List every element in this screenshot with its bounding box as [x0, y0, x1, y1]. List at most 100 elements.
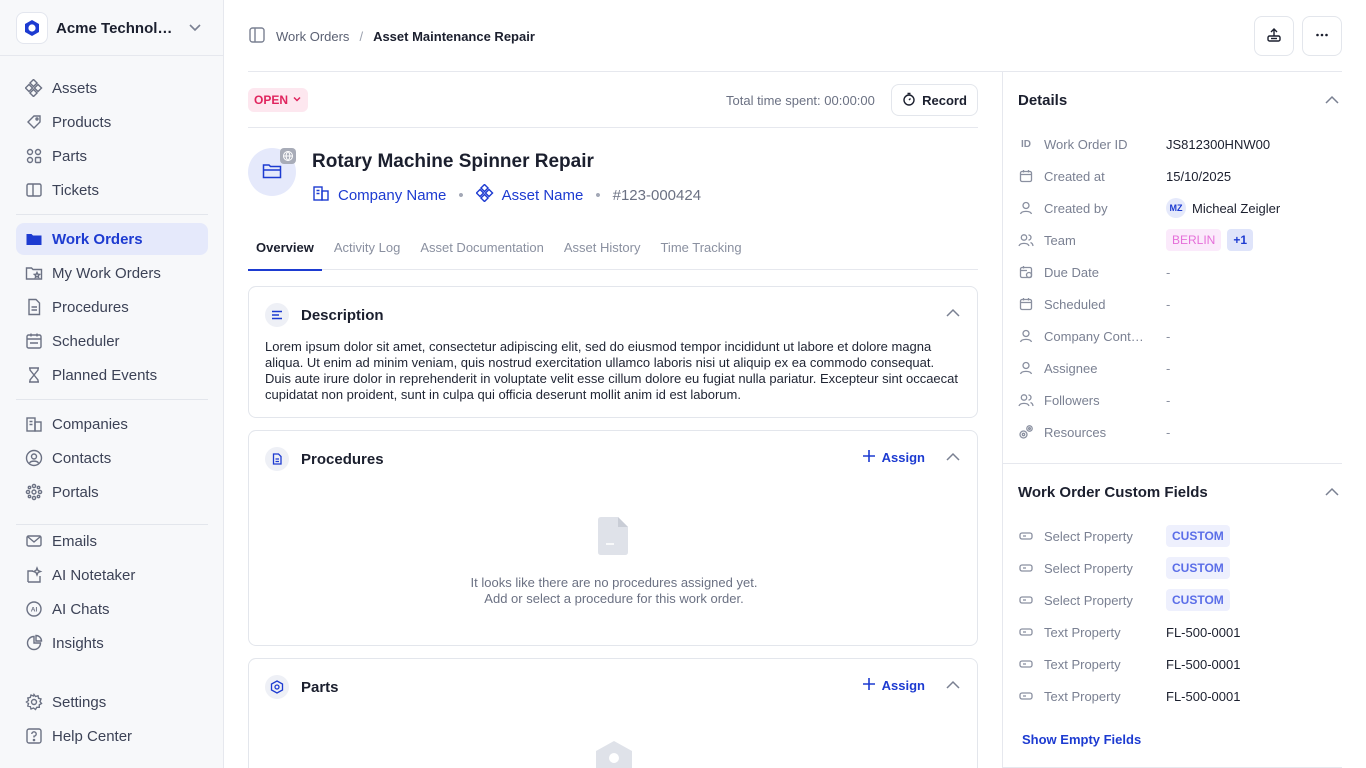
custom-field-value: CUSTOM [1166, 557, 1230, 579]
sidebar-item-parts[interactable]: Parts [16, 140, 208, 172]
more-options-button[interactable] [1302, 16, 1342, 56]
sidebar-divider [0, 55, 224, 56]
sidebar-item-emails[interactable]: Emails [16, 525, 208, 557]
parts-header: Parts [265, 675, 339, 699]
help-center-icon [24, 726, 44, 746]
custom-chip[interactable]: CUSTOM [1166, 557, 1230, 579]
sidebar-item-label: AI Chats [52, 600, 110, 618]
company-link[interactable]: Company Name [312, 184, 446, 206]
sidebar-item-label: Portals [52, 483, 99, 501]
detail-row-created-at: Created at 15/10/2025 [1018, 166, 1338, 186]
tickets-icon [24, 180, 44, 200]
org-logo [16, 12, 48, 44]
tab-asset-documentation[interactable]: Asset Documentation [412, 232, 552, 270]
calendar-icon [1018, 296, 1034, 312]
custom-fields-title: Work Order Custom Fields [1018, 484, 1208, 501]
detail-label: Due Date [1044, 264, 1099, 280]
sidebar-item-scheduler[interactable]: Scheduler [16, 325, 208, 357]
sidebar-item-ai-notetaker[interactable]: AI Notetaker [16, 559, 208, 591]
sidebar-item-help-center[interactable]: Help Center [16, 720, 208, 752]
sidebar-item-label: Companies [52, 415, 128, 433]
chevron-down-icon [292, 93, 302, 107]
sidebar-item-label: Emails [52, 532, 98, 550]
custom-chip[interactable]: CUSTOM [1166, 525, 1230, 547]
sidebar-item-procedures[interactable]: Procedures [16, 291, 208, 323]
tab-asset-history[interactable]: Asset History [556, 232, 649, 270]
sidebar-item-tickets[interactable]: Tickets [16, 174, 208, 206]
chevron-up-icon[interactable] [1324, 92, 1340, 111]
scheduler-icon [24, 331, 44, 351]
custom-chip[interactable]: CUSTOM [1166, 589, 1230, 611]
detail-label: Team [1044, 232, 1076, 248]
detail-value[interactable]: - [1166, 361, 1170, 376]
assets-icon [24, 78, 44, 98]
detail-value[interactable]: - [1166, 265, 1170, 280]
sidebar-item-ai-chats[interactable]: AI AI Chats [16, 593, 208, 625]
sidebar-toggle-icon[interactable] [248, 26, 266, 47]
team-more-chip[interactable]: +1 [1227, 229, 1254, 251]
detail-value[interactable]: - [1166, 425, 1170, 440]
org-switcher[interactable]: Acme Technologies [16, 12, 212, 44]
detail-label: Work Order ID [1044, 136, 1128, 152]
sidebar-item-planned-events[interactable]: Planned Events [16, 359, 208, 391]
team-value: BERLIN +1 [1166, 229, 1254, 251]
assign-part-button[interactable]: Assign [862, 677, 925, 694]
companies-icon [24, 414, 44, 434]
team-chip[interactable]: BERLIN [1166, 229, 1222, 251]
calendar-clock-icon [1018, 264, 1034, 280]
breadcrumb-current: Asset Maintenance Repair [373, 29, 535, 44]
procedures-card: Procedures Assign It looks like there ar… [248, 430, 978, 646]
sidebar-item-label: Work Orders [52, 230, 143, 248]
empty-procedures-line2: Add or select a procedure for this work … [484, 591, 744, 606]
tab-activity-log[interactable]: Activity Log [326, 232, 408, 270]
company-name: Company Name [338, 186, 447, 204]
tab-time-tracking[interactable]: Time Tracking [652, 232, 749, 270]
chevron-up-icon[interactable] [945, 677, 961, 696]
sidebar: Acme Technologies Assets Products Parts … [0, 0, 224, 768]
detail-value[interactable]: - [1166, 393, 1170, 408]
sidebar-item-companies[interactable]: Companies [16, 408, 208, 440]
emails-icon [24, 531, 44, 551]
detail-row-work-order-id: ID Work Order ID JS812300HNW00 [1018, 134, 1338, 154]
detail-label: Company Contact [1044, 328, 1144, 344]
sidebar-item-work-orders[interactable]: Work Orders [16, 223, 208, 255]
nav-group-ai: Emails AI Notetaker AI AI Chats Insights [16, 525, 208, 661]
custom-field-value[interactable]: FL-500-0001 [1166, 625, 1240, 640]
detail-value[interactable]: - [1166, 297, 1170, 312]
asset-link[interactable]: Asset Name [475, 183, 583, 206]
org-name: Acme Technologies [56, 19, 180, 37]
show-empty-fields-link[interactable]: Show Empty Fields [1022, 732, 1141, 747]
tab-overview[interactable]: Overview [248, 232, 322, 271]
sidebar-item-insights[interactable]: Insights [16, 627, 208, 659]
detail-value[interactable]: - [1166, 329, 1170, 344]
breadcrumb-parent[interactable]: Work Orders [276, 29, 349, 44]
export-button[interactable] [1254, 16, 1294, 56]
chevron-up-icon[interactable] [1324, 484, 1340, 503]
sidebar-item-contacts[interactable]: Contacts [16, 442, 208, 474]
custom-field-row: Select Property CUSTOM [1018, 557, 1338, 579]
user-icon [1018, 328, 1034, 344]
detail-label: Scheduled [1044, 296, 1106, 312]
description-card: Description Lorem ipsum dolor sit amet, … [248, 286, 978, 418]
sidebar-item-my-work-orders[interactable]: My Work Orders [16, 257, 208, 289]
created-by-value[interactable]: MZ Micheal Zeigler [1166, 198, 1280, 218]
custom-field-value[interactable]: FL-500-0001 [1166, 689, 1240, 704]
sidebar-item-settings[interactable]: Settings [16, 686, 208, 718]
chevron-up-icon[interactable] [945, 305, 961, 324]
sidebar-item-portals[interactable]: Portals [16, 476, 208, 508]
assign-procedure-button[interactable]: Assign [862, 449, 925, 466]
sidebar-item-products[interactable]: Products [16, 106, 208, 138]
stopwatch-icon [902, 92, 916, 109]
status-dropdown[interactable]: OPEN [248, 88, 309, 112]
svg-text:AI: AI [31, 607, 38, 614]
chevron-up-icon[interactable] [945, 449, 961, 468]
work-orders-icon [24, 229, 44, 249]
panel-divider [1002, 72, 1003, 768]
custom-field-value[interactable]: FL-500-0001 [1166, 657, 1240, 672]
sidebar-item-label: Contacts [52, 449, 112, 467]
work-order-meta: Company Name • Asset Name • #123-000424 [312, 183, 701, 206]
sidebar-item-assets[interactable]: Assets [16, 72, 208, 104]
description-title: Description [301, 306, 384, 324]
record-button[interactable]: Record [891, 84, 978, 116]
gears-icon [1018, 424, 1034, 440]
